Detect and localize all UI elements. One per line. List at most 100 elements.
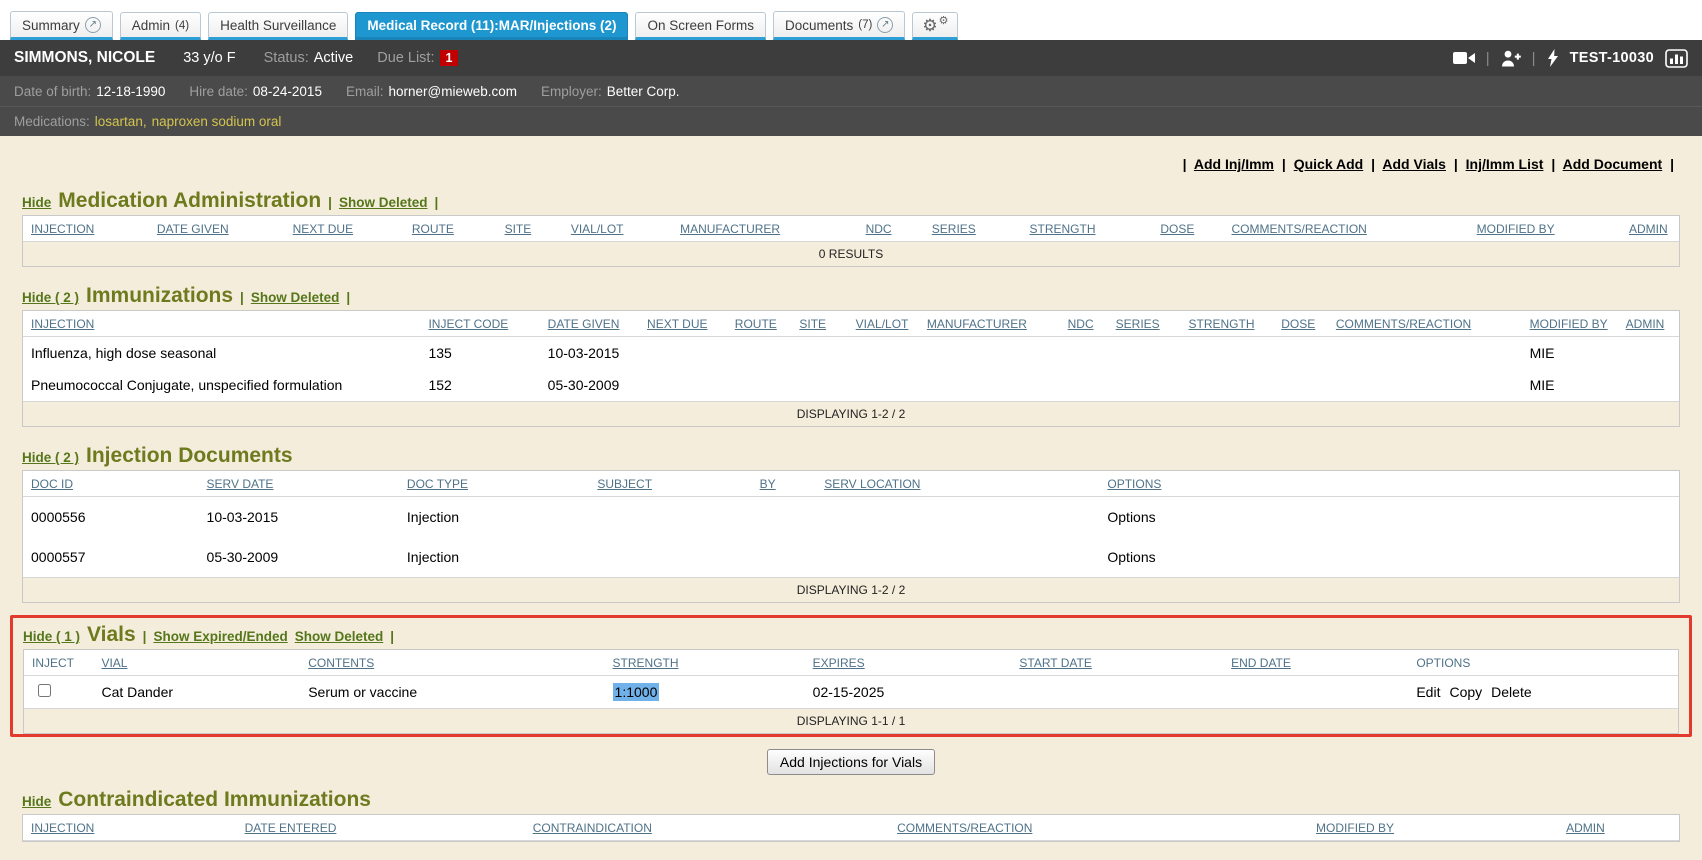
- col-date-entered[interactable]: DATE ENTERED: [245, 821, 337, 835]
- col-next-due[interactable]: NEXT DUE: [293, 222, 353, 236]
- hide-immunizations-link[interactable]: Hide ( 2 ): [22, 290, 79, 305]
- bar-chart-icon[interactable]: [1665, 49, 1688, 68]
- edit-vial-link[interactable]: Edit: [1416, 684, 1440, 700]
- col-comments-reaction[interactable]: COMMENTS/REACTION: [1336, 317, 1471, 331]
- col-serv-date[interactable]: SERV DATE: [207, 477, 274, 491]
- vial-expires: 02-15-2025: [805, 676, 1012, 709]
- lightning-bolt-icon[interactable]: [1547, 49, 1559, 67]
- immunization-row: Pneumococcal Conjugate, unspecified form…: [23, 369, 1679, 402]
- col-end-date[interactable]: END DATE: [1231, 656, 1291, 670]
- external-link-icon[interactable]: ↗: [85, 17, 101, 33]
- col-site[interactable]: SITE: [799, 317, 826, 331]
- add-inj-imm-link[interactable]: Add Inj/Imm: [1194, 156, 1274, 172]
- col-injection[interactable]: INJECTION: [31, 821, 94, 835]
- col-modified-by[interactable]: MODIFIED BY: [1316, 821, 1394, 835]
- col-injection[interactable]: INJECTION: [31, 222, 94, 236]
- col-doc-type[interactable]: DOC TYPE: [407, 477, 468, 491]
- medication-link-losartan[interactable]: losartan: [95, 114, 143, 129]
- settings-gear-tab[interactable]: ⚙ ⚙: [912, 12, 958, 40]
- col-serv-location[interactable]: SERV LOCATION: [824, 477, 920, 491]
- show-deleted-vials-link[interactable]: Show Deleted: [295, 629, 384, 644]
- document-options-link[interactable]: Options: [1107, 509, 1155, 525]
- pipe-separator: |: [240, 290, 244, 305]
- document-options-link[interactable]: Options: [1107, 549, 1155, 565]
- col-strength[interactable]: STRENGTH: [1189, 317, 1255, 331]
- show-deleted-med-admin-link[interactable]: Show Deleted: [339, 195, 428, 210]
- col-injection[interactable]: INJECTION: [31, 317, 94, 331]
- due-list-badge[interactable]: 1: [440, 50, 459, 66]
- col-modified-by[interactable]: MODIFIED BY: [1477, 222, 1555, 236]
- col-vial[interactable]: VIAL: [101, 656, 127, 670]
- col-route[interactable]: ROUTE: [412, 222, 454, 236]
- col-admin[interactable]: ADMIN: [1566, 821, 1605, 835]
- inj-imm-list-link[interactable]: Inj/Imm List: [1466, 156, 1544, 172]
- hide-contraindicated-link[interactable]: Hide: [22, 794, 51, 809]
- tab-admin[interactable]: Admin (4): [120, 12, 201, 40]
- col-strength[interactable]: STRENGTH: [613, 656, 679, 670]
- copy-vial-link[interactable]: Copy: [1449, 684, 1482, 700]
- vial-select-checkbox[interactable]: [38, 684, 51, 697]
- col-dose[interactable]: DOSE: [1281, 317, 1315, 331]
- col-route[interactable]: ROUTE: [735, 317, 777, 331]
- col-by[interactable]: BY: [760, 477, 776, 491]
- tab-documents[interactable]: Documents (7) ↗: [773, 11, 905, 40]
- hide-medication-administration-link[interactable]: Hide: [22, 195, 51, 210]
- medication-link-naproxen[interactable]: naproxen sodium oral: [152, 114, 282, 129]
- pipe-separator: |: [434, 195, 438, 210]
- col-ndc[interactable]: NDC: [866, 222, 892, 236]
- hide-injection-documents-link[interactable]: Hide ( 2 ): [22, 450, 79, 465]
- col-contents[interactable]: CONTENTS: [308, 656, 374, 670]
- col-vial-lot[interactable]: VIAL/LOT: [856, 317, 909, 331]
- col-comments-reaction[interactable]: COMMENTS/REACTION: [897, 821, 1032, 835]
- col-series[interactable]: SERIES: [1116, 317, 1160, 331]
- hide-vials-link[interactable]: Hide ( 1 ): [23, 629, 80, 644]
- col-series[interactable]: SERIES: [932, 222, 976, 236]
- show-deleted-immunizations-link[interactable]: Show Deleted: [251, 290, 340, 305]
- divider: |: [1486, 50, 1490, 67]
- col-inject-code[interactable]: INJECT CODE: [428, 317, 508, 331]
- add-person-icon[interactable]: [1501, 50, 1521, 67]
- col-expires[interactable]: EXPIRES: [813, 656, 865, 670]
- quick-add-link[interactable]: Quick Add: [1294, 156, 1364, 172]
- hire-date-label: Hire date:: [189, 84, 248, 99]
- col-modified-by[interactable]: MODIFIED BY: [1530, 317, 1608, 331]
- col-ndc[interactable]: NDC: [1068, 317, 1094, 331]
- col-site[interactable]: SITE: [505, 222, 532, 236]
- due-list-label: Due List:: [377, 50, 434, 66]
- video-camera-icon[interactable]: [1453, 51, 1475, 65]
- col-options[interactable]: OPTIONS: [1107, 477, 1161, 491]
- col-date-given[interactable]: DATE GIVEN: [157, 222, 229, 236]
- col-vial-lot[interactable]: VIAL/LOT: [571, 222, 624, 236]
- contraindicated-table: INJECTION DATE ENTERED CONTRAINDICATION …: [22, 814, 1680, 842]
- add-vials-link[interactable]: Add Vials: [1382, 156, 1446, 172]
- col-admin[interactable]: ADMIN: [1629, 222, 1668, 236]
- add-injections-for-vials-button[interactable]: Add Injections for Vials: [767, 749, 935, 775]
- col-manufacturer[interactable]: MANUFACTURER: [927, 317, 1027, 331]
- medications-label: Medications:: [14, 114, 90, 129]
- col-strength[interactable]: STRENGTH: [1030, 222, 1096, 236]
- col-manufacturer[interactable]: MANUFACTURER: [680, 222, 780, 236]
- col-start-date[interactable]: START DATE: [1019, 656, 1091, 670]
- col-admin[interactable]: ADMIN: [1626, 317, 1665, 331]
- delete-vial-link[interactable]: Delete: [1491, 684, 1531, 700]
- vial-contents: Serum or vaccine: [300, 676, 604, 709]
- patient-bar-actions: | | TEST-10030: [1453, 49, 1688, 68]
- show-expired-ended-link[interactable]: Show Expired/Ended: [153, 629, 287, 644]
- col-next-due[interactable]: NEXT DUE: [647, 317, 707, 331]
- external-link-icon[interactable]: ↗: [877, 17, 893, 33]
- contraindicated-immunizations-title: Contraindicated Immunizations: [58, 789, 371, 811]
- tab-on-screen-forms[interactable]: On Screen Forms: [635, 12, 766, 40]
- tab-health-surveillance[interactable]: Health Surveillance: [208, 12, 348, 40]
- col-contraindication[interactable]: CONTRAINDICATION: [533, 821, 652, 835]
- col-subject[interactable]: SUBJECT: [597, 477, 652, 491]
- tab-summary[interactable]: Summary ↗: [10, 11, 113, 40]
- col-date-given[interactable]: DATE GIVEN: [548, 317, 620, 331]
- col-doc-id[interactable]: DOC ID: [31, 477, 73, 491]
- col-dose[interactable]: DOSE: [1160, 222, 1194, 236]
- dob-label: Date of birth:: [14, 84, 91, 99]
- paging-status: DISPLAYING 1-2 / 2: [23, 578, 1679, 603]
- tab-medical-record[interactable]: Medical Record (11):MAR/Injections (2): [355, 12, 628, 40]
- col-comments-reaction[interactable]: COMMENTS/REACTION: [1232, 222, 1367, 236]
- add-document-link[interactable]: Add Document: [1563, 156, 1663, 172]
- section-vials: Hide ( 1 ) Vials | Show Expired/Ended Sh…: [23, 624, 1679, 734]
